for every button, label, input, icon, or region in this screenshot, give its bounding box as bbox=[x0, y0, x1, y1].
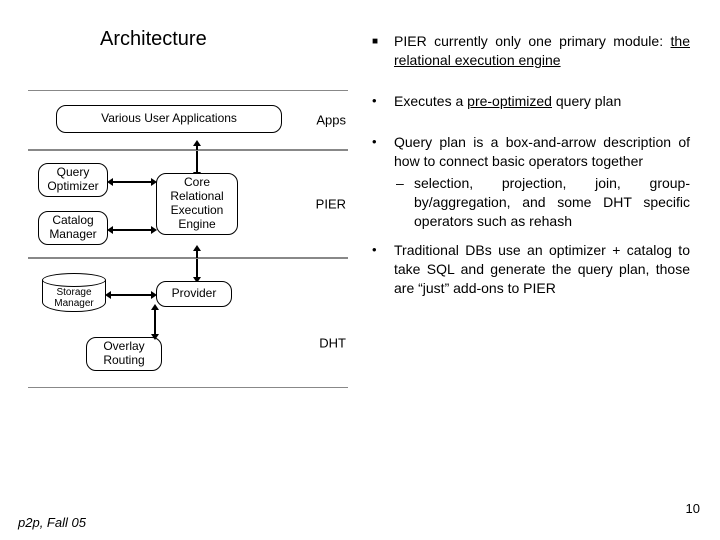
dot-bullet-icon: • bbox=[372, 241, 377, 259]
slide: Architecture Various User Applications A… bbox=[0, 0, 720, 540]
layer-label-apps: Apps bbox=[316, 113, 346, 128]
arrow-qo-core bbox=[112, 181, 152, 183]
architecture-diagram: Various User Applications Apps Query Opt… bbox=[28, 90, 348, 460]
footer-text: p2p, Fall 05 bbox=[18, 515, 86, 530]
box-query-optimizer: Query Optimizer bbox=[38, 163, 108, 197]
bullet-2-pre: Executes a bbox=[394, 93, 467, 109]
box-catalog-manager: Catalog Manager bbox=[38, 211, 108, 245]
layer-label-pier: PIER bbox=[316, 197, 346, 212]
bullet-3-sub: – selection, projection, join, group-by/… bbox=[394, 174, 690, 231]
layer-dht: Storage Manager Provider Overlay Routing… bbox=[28, 258, 348, 388]
arrow-storage-provider bbox=[110, 294, 152, 296]
bullet-3-sub-text: selection, projection, join, group-by/ag… bbox=[414, 175, 690, 229]
square-bullet-icon: ■ bbox=[372, 35, 378, 49]
bullet-3-text: Query plan is a box-and-arrow descriptio… bbox=[394, 134, 690, 169]
dot-bullet-icon: • bbox=[372, 133, 377, 151]
layer-apps: Various User Applications Apps bbox=[28, 90, 348, 150]
bullet-4: • Traditional DBs use an optimizer + cat… bbox=[370, 241, 690, 298]
bullet-list: ■ PIER currently only one primary module… bbox=[370, 32, 690, 320]
layer-label-dht: DHT bbox=[319, 336, 346, 351]
arrow-provider-overlay bbox=[154, 309, 156, 335]
box-user-applications: Various User Applications bbox=[56, 105, 282, 133]
bullet-3: • Query plan is a box-and-arrow descript… bbox=[370, 133, 690, 231]
bullet-2: • Executes a pre-optimized query plan bbox=[370, 92, 690, 111]
bullet-2-underlined: pre-optimized bbox=[467, 93, 552, 109]
cylinder-storage-manager: Storage Manager bbox=[42, 273, 106, 315]
dash-bullet-icon: – bbox=[396, 174, 404, 193]
bullet-4-text: Traditional DBs use an optimizer + catal… bbox=[394, 242, 690, 296]
slide-title: Architecture bbox=[100, 28, 207, 51]
bullet-1: ■ PIER currently only one primary module… bbox=[370, 32, 690, 70]
page-number: 10 bbox=[686, 501, 700, 516]
arrow-cm-core bbox=[112, 229, 152, 231]
layer-pier: Query Optimizer Catalog Manager Core Rel… bbox=[28, 150, 348, 258]
bullet-1-text: PIER currently only one primary module: bbox=[394, 33, 671, 49]
box-core-engine: Core Relational Execution Engine bbox=[156, 173, 238, 235]
bullet-2-post: query plan bbox=[552, 93, 621, 109]
box-provider: Provider bbox=[156, 281, 232, 307]
box-overlay-routing: Overlay Routing bbox=[86, 337, 162, 371]
dot-bullet-icon: • bbox=[372, 92, 377, 110]
